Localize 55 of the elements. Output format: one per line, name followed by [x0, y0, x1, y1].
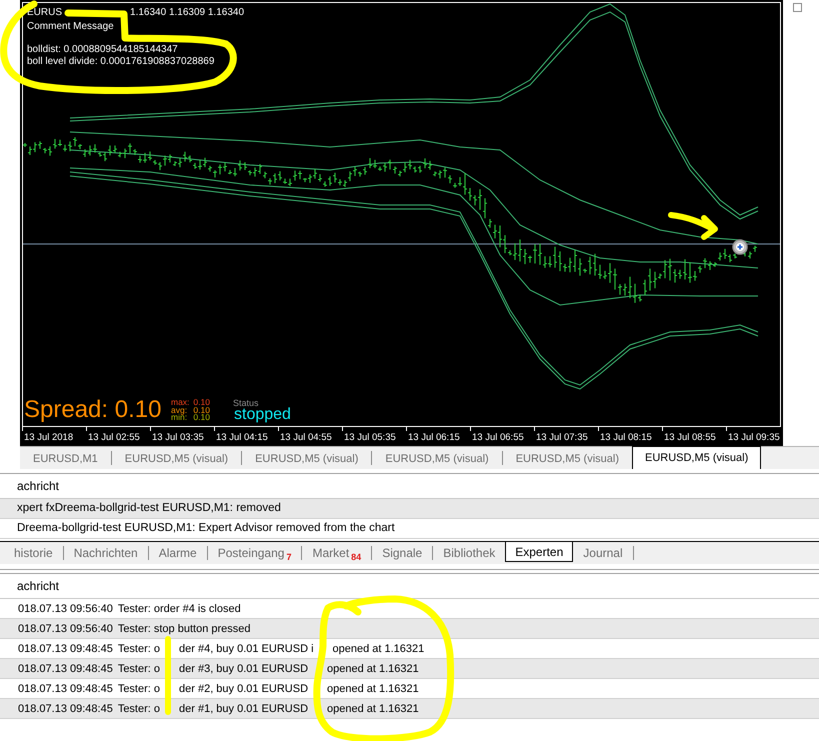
log-message: Tester: o: [118, 642, 160, 654]
stat-value: 0.10: [193, 414, 210, 422]
panel-tab[interactable]: Alarme: [148, 542, 207, 564]
log-time: 018.07.13 09:48:45: [18, 642, 113, 654]
log-time: 018.07.13 09:56:40: [18, 602, 113, 614]
log-message: opened at 1.16321: [327, 662, 419, 674]
log-time: 018.07.13 09:48:45: [18, 662, 113, 674]
chart-tab[interactable]: EURUSD,M5 (visual): [372, 447, 502, 469]
log-message: der #4, buy 0.01 EURUSD i: [179, 642, 314, 654]
log-time: 018.07.13 09:56:40: [18, 622, 113, 634]
status-label: Status: [233, 398, 259, 408]
stat-label: avg:: [171, 406, 188, 414]
square-icon[interactable]: [793, 3, 802, 12]
chart-tab[interactable]: EURUSD,M5 (visual): [632, 446, 762, 469]
column-header[interactable]: achricht: [0, 473, 819, 499]
panel-tab[interactable]: Signale: [372, 542, 432, 564]
log-time: 018.07.13 09:48:45: [18, 682, 113, 694]
log-row: Dreema-bollgrid-test EURUSD,M1: Expert Advisor removed from the chart: [0, 519, 819, 539]
panel-tab[interactable]: historie: [4, 542, 63, 564]
status-value: stopped: [234, 406, 291, 424]
log-message: der #1, buy 0.01 EURUSD: [179, 702, 308, 714]
spread-value: Spread: 0.10: [24, 397, 162, 423]
stat-label: min:: [171, 414, 188, 422]
target-marker-icon: [732, 239, 748, 255]
log-message: Tester: o: [118, 702, 160, 714]
unread-count: 7: [286, 552, 292, 562]
stat-value: 0.10: [193, 399, 210, 406]
log-row: xpert fxDreema-bollgrid-test EURUSD,M1: removed: [0, 499, 819, 519]
chart-tab[interactable]: EURUSD,M5 (visual): [502, 447, 632, 469]
indicator-value: bolldist: 0.0008809544185144347: [27, 44, 178, 55]
indicator-value: boll level divide: 0.0001761908837028869: [27, 56, 214, 67]
chart-tab[interactable]: EURUSD,M5 (visual): [112, 447, 242, 469]
stat-value: 0.10: [193, 406, 210, 414]
log-message: Tester: order #4 is closed: [118, 602, 241, 614]
log-message: opened at 1.16321: [327, 682, 419, 694]
panel-tab[interactable]: Nachrichten: [64, 542, 148, 564]
log-time: 018.07.13 09:48:45: [18, 702, 113, 714]
log-message: Tester: stop button pressed: [118, 622, 250, 634]
log-message: der #3, buy 0.01 EURUSD: [179, 662, 308, 674]
panel-tab[interactable]: Experten: [505, 542, 574, 562]
chart-tab[interactable]: EURUSD,M5 (visual): [242, 447, 372, 469]
stat-label: max:: [171, 399, 190, 406]
panel-tab[interactable]: Journal: [573, 542, 633, 564]
log-message: opened at 1.16321: [327, 702, 419, 714]
chart-title: 1.16340 1.16309 1.16340: [130, 6, 244, 20]
log-message: der #2, buy 0.01 EURUSD: [179, 682, 308, 694]
unread-count: 84: [351, 552, 362, 562]
panel-tab[interactable]: Bibliothek: [433, 542, 506, 564]
column-header[interactable]: achricht: [0, 573, 819, 599]
chart-tab[interactable]: EURUSD,M1: [20, 447, 111, 469]
log-message: opened at 1.16321: [332, 642, 424, 654]
highlight-arrow: [668, 212, 718, 240]
comment-text: Comment Message: [27, 21, 114, 32]
log-message: Tester: o: [118, 662, 160, 674]
log-message: Tester: o: [118, 682, 160, 694]
